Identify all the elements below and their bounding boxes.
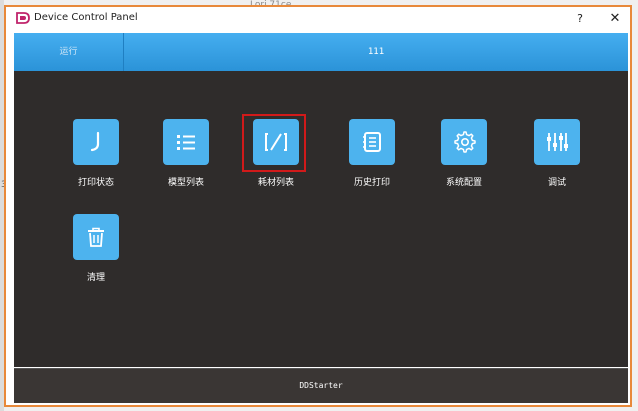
help-button[interactable]: ? (572, 10, 588, 28)
history-icon (349, 119, 395, 165)
tile-label: 调试 (547, 178, 566, 188)
tile-label: 模型列表 (167, 178, 204, 188)
print-status-icon (73, 119, 119, 165)
window-title: Device Control Panel (34, 12, 138, 23)
close-button[interactable]: ✕ (606, 10, 624, 28)
title-bar[interactable]: Device Control Panel ? ✕ (6, 7, 630, 31)
sliders-icon (534, 119, 580, 165)
list-icon (163, 119, 209, 165)
footer-app-name: DDStarter (299, 381, 343, 390)
tile-label: 耗材列表 (257, 178, 294, 188)
tile-label: 历史打印 (353, 178, 390, 188)
tile-print-status[interactable]: 打印状态 (56, 119, 136, 199)
tile-system-config[interactable]: 系统配置 (424, 119, 504, 199)
footer-bar: DDStarter (14, 368, 628, 403)
tile-model-list[interactable]: 模型列表 (146, 119, 226, 199)
tile-debug[interactable]: 调试 (517, 119, 597, 199)
tile-label: 打印状态 (77, 178, 114, 188)
tile-filament-list[interactable]: 耗材列表 (236, 119, 316, 199)
gear-icon (441, 119, 487, 165)
device-name: 111 (367, 47, 385, 57)
tile-label: 系统配置 (445, 178, 482, 188)
trash-icon (73, 214, 119, 260)
tile-label: 清理 (86, 273, 105, 283)
device-control-window: Device Control Panel ? ✕ 运行 111 打印状态 模型列… (4, 5, 632, 407)
tile-history-print[interactable]: 历史打印 (332, 119, 412, 199)
header-bar: 运行 111 (14, 33, 628, 71)
app-logo-icon (16, 12, 30, 24)
function-grid-panel: 打印状态 模型列表 耗材列表 历史打印 系统配置 调试 清理 (14, 71, 628, 367)
filament-icon (253, 119, 299, 165)
run-tab[interactable]: 运行 (14, 33, 124, 71)
tile-cleanup[interactable]: 清理 (56, 214, 136, 294)
